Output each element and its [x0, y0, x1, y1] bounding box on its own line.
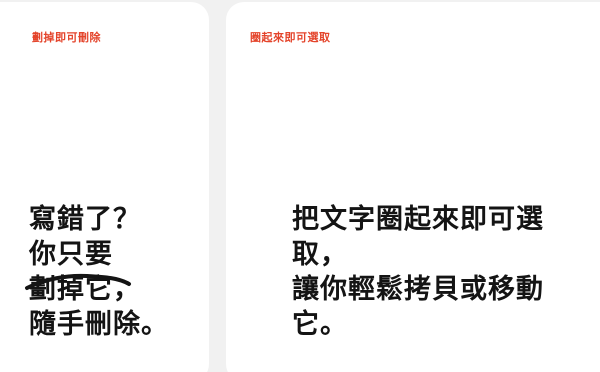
headline-line-4: 隨手刪除。	[29, 309, 169, 340]
headline-line-4: 它。	[292, 309, 348, 340]
headline-line-1: 把文字圈起來即可選	[292, 204, 544, 235]
headline-line-1: 寫錯了？	[29, 204, 141, 235]
strike-to-delete-card: 劃掉即可刪除 寫錯了？ 你只要 劃掉它， 隨手刪除。	[0, 2, 209, 372]
circle-to-select-card: 圈起來即可選取 把文字圈起來即可選 取， 讓你輕鬆拷貝或移動 它。	[226, 2, 600, 372]
headline-line-3: 讓你輕鬆拷貝或移動	[292, 274, 544, 305]
headline-line-3: 劃掉它，	[25, 272, 169, 307]
struck-text: 劃掉它，	[25, 272, 141, 307]
feature-showcase: 劃掉即可刪除 寫錯了？ 你只要 劃掉它， 隨手刪除。 圈起來即可選取 把文字圈起…	[0, 0, 600, 372]
headline-line-2: 你只要	[29, 239, 113, 270]
card-tag-circle-to-select: 圈起來即可選取	[250, 31, 331, 44]
headline-line-2: 取，	[292, 239, 348, 270]
card-tag-strike-to-delete: 劃掉即可刪除	[32, 31, 101, 44]
circle-to-select-headline: 把文字圈起來即可選 取， 讓你輕鬆拷貝或移動 它。	[292, 202, 544, 342]
strike-to-delete-headline: 寫錯了？ 你只要 劃掉它， 隨手刪除。	[25, 202, 169, 342]
struck-text-label: 劃掉它，	[29, 274, 141, 305]
